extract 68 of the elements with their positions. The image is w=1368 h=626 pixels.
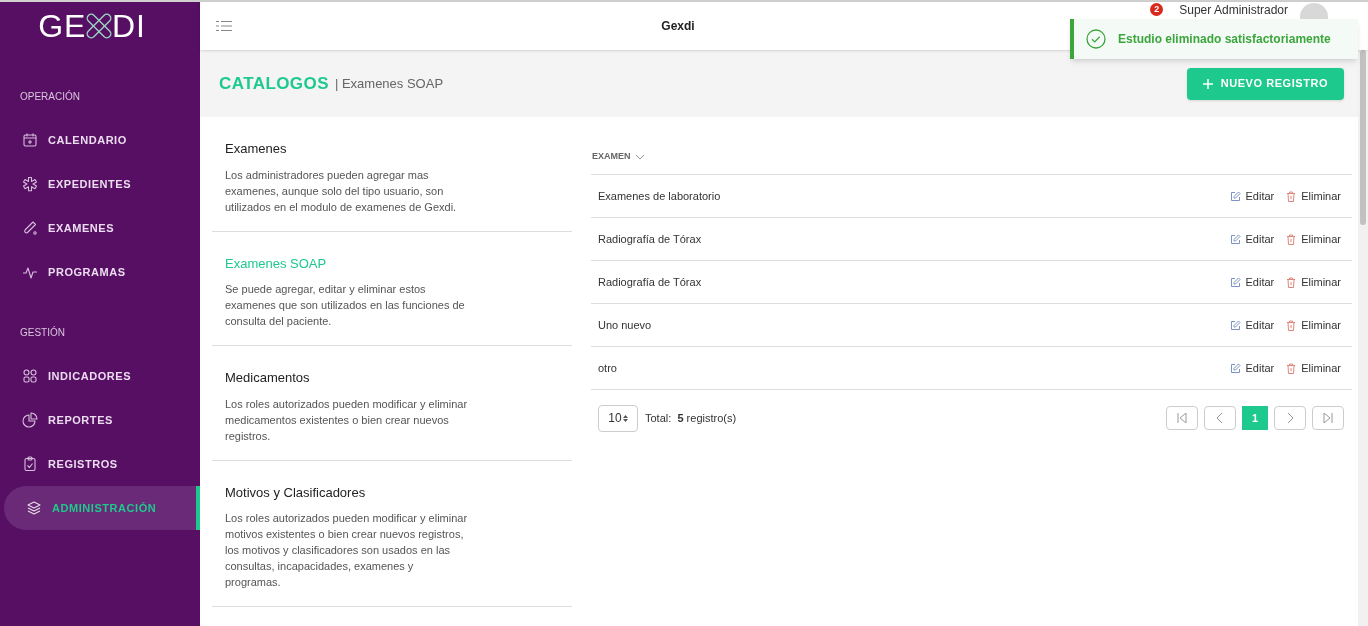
trash-icon xyxy=(1286,362,1297,374)
test-tube-icon xyxy=(22,220,38,236)
notification-badge[interactable]: 2 xyxy=(1150,3,1164,16)
edit-icon xyxy=(1229,190,1241,202)
nav-item[interactable]: PROGRAMAS xyxy=(0,250,200,294)
edit-icon xyxy=(1229,362,1241,374)
trash-icon xyxy=(1286,319,1297,331)
previous-page-button[interactable] xyxy=(1204,406,1236,430)
edit-link[interactable]: Editar xyxy=(1229,187,1275,205)
clipboard-icon xyxy=(22,456,38,472)
nav-item[interactable]: REPORTES xyxy=(0,398,200,442)
last-page-icon xyxy=(1323,413,1333,423)
logo: GE DI xyxy=(38,10,146,42)
pie-chart-icon xyxy=(22,412,38,428)
edit-link[interactable]: Editar xyxy=(1229,230,1275,248)
table-cell-text: Radiografía de Tórax xyxy=(598,274,702,290)
nav-item[interactable]: EXAMENES xyxy=(0,206,200,250)
check-circle-icon xyxy=(1086,29,1106,49)
catalog-item[interactable]: Medicamentos Los roles autorizados pueden modificar y eliminar medicamentos existentes o bien crear nuevos registros. xyxy=(212,346,572,461)
trash-icon xyxy=(1286,233,1297,245)
delete-link[interactable]: Eliminar xyxy=(1286,230,1341,248)
section-heading: GESTIÓN xyxy=(20,325,65,340)
page-title: CATALOGOS xyxy=(219,72,329,95)
calendar-icon xyxy=(22,132,38,148)
nav-item[interactable]: REGISTROS xyxy=(0,442,200,486)
edit-link[interactable]: Editar xyxy=(1229,359,1275,377)
delete-link[interactable]: Eliminar xyxy=(1286,316,1341,334)
chevron-right-icon xyxy=(1285,413,1295,423)
table-cell-text: Examenes de laboratorio xyxy=(598,188,721,204)
user-name[interactable]: Super Administrador xyxy=(1179,3,1288,17)
layers-icon xyxy=(26,500,42,516)
chevron-left-icon xyxy=(1215,413,1225,423)
edit-icon xyxy=(1229,319,1241,331)
nav-item[interactable]: CALENDARIO xyxy=(0,118,200,162)
nav-item[interactable]: INDICADORES xyxy=(0,354,200,398)
first-page-icon xyxy=(1177,413,1187,423)
column-header[interactable]: EXAMEN xyxy=(592,149,631,164)
sort-arrows-icon xyxy=(622,414,628,422)
chevron-down-icon[interactable] xyxy=(634,153,645,160)
delete-link[interactable]: Eliminar xyxy=(1286,273,1341,291)
delete-link[interactable]: Eliminar xyxy=(1286,359,1341,377)
edit-link[interactable]: Editar xyxy=(1229,273,1275,291)
table-cell-text: Radiografía de Tórax xyxy=(598,231,702,247)
edit-link[interactable]: Editar xyxy=(1229,316,1275,334)
section-heading: OPERACIÓN xyxy=(20,89,80,104)
trash-icon xyxy=(1286,190,1297,202)
app-title: Gexdi xyxy=(660,18,696,35)
edit-icon xyxy=(1229,233,1241,245)
table-cell-text: otro xyxy=(598,360,617,376)
last-page-button[interactable] xyxy=(1312,406,1344,430)
grid-icon xyxy=(22,368,38,384)
asterisk-icon xyxy=(22,176,38,192)
toast-message: Estudio eliminado satisfactoriamente xyxy=(1118,31,1331,48)
table-cell-text: Uno nuevo xyxy=(598,317,652,333)
menu-icon[interactable] xyxy=(216,20,232,32)
plus-icon xyxy=(1202,78,1213,89)
first-page-button[interactable] xyxy=(1166,406,1198,430)
total-count: Total: 5 registro(s) xyxy=(645,410,737,426)
nav-item[interactable]: EXPEDIENTES xyxy=(0,162,200,206)
next-page-button[interactable] xyxy=(1274,406,1306,430)
edit-icon xyxy=(1229,276,1241,288)
catalog-item[interactable]: Motivos y Clasificadores Los roles autorizados pueden modificar y eliminar motivos existentes o bien crear nuevos registros, los motivos y clasificadores son usados en las consultas, incapacidades, examenes y programas. xyxy=(212,460,572,607)
catalog-item[interactable]: Examenes Los administradores pueden agregar mas examenes, aunque solo del tipo usuario, son utilizados en el modulo de examenes de Gexdi. xyxy=(212,117,572,232)
delete-link[interactable]: Eliminar xyxy=(1286,187,1341,205)
nav-item[interactable]: ADMINISTRACIÓN xyxy=(4,486,200,530)
page-subtitle: | Examenes SOAP xyxy=(334,74,444,93)
trash-icon xyxy=(1286,276,1297,288)
page-size-select[interactable]: 10 xyxy=(598,404,638,432)
